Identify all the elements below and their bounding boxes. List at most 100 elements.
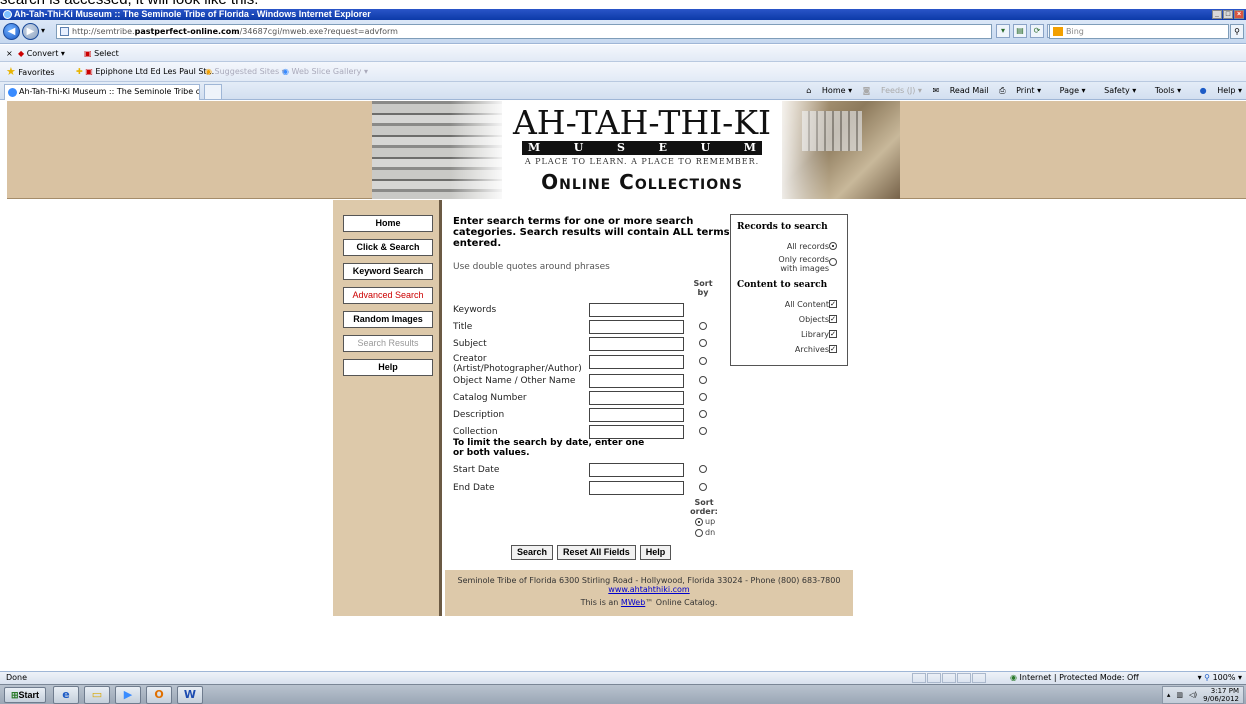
- cmd-tools[interactable]: Tools ▾: [1147, 86, 1181, 95]
- back-button[interactable]: ◀: [3, 23, 20, 40]
- collection-label: Collection: [453, 427, 498, 437]
- sort-description-radio[interactable]: [699, 410, 707, 418]
- cmd-feeds[interactable]: ◙ Feeds (J) ▾: [863, 86, 922, 95]
- favorites-button[interactable]: ★ Favorites: [6, 62, 55, 83]
- close-toolbar-icon[interactable]: ×: [6, 45, 13, 62]
- system-tray: ▴ ▥ ◁) 3:17 PM 9/06/2012: [1161, 686, 1244, 704]
- reset-all-fields-button[interactable]: Reset All Fields: [557, 545, 636, 560]
- compatibility-view-icon[interactable]: ▤: [1013, 24, 1027, 38]
- sort-dn-radio[interactable]: [695, 529, 703, 537]
- logo-museum-bar: M U S E U M: [522, 141, 762, 155]
- cmd-readmail-label: Read Mail: [949, 86, 989, 95]
- search-go-icon[interactable]: ⚲: [1230, 24, 1244, 39]
- nav-advanced-search-button[interactable]: Advanced Search: [343, 287, 433, 304]
- cmd-page[interactable]: Page ▾: [1052, 86, 1086, 95]
- only-images-radio[interactable]: [829, 258, 837, 266]
- volume-icon[interactable]: ◁): [1189, 691, 1197, 699]
- taskbar-word-icon[interactable]: W: [177, 686, 203, 704]
- close-button[interactable]: ×: [1234, 10, 1244, 19]
- nav-home-button[interactable]: Home: [343, 215, 433, 232]
- security-zone[interactable]: ◉ Internet | Protected Mode: Off: [1010, 672, 1139, 684]
- sort-start-date-radio[interactable]: [699, 465, 707, 473]
- address-dropdown-icon[interactable]: ▾: [996, 24, 1010, 38]
- clock[interactable]: 3:17 PM 9/06/2012: [1203, 687, 1239, 703]
- sort-collection-radio[interactable]: [699, 427, 707, 435]
- description-input[interactable]: [589, 408, 684, 422]
- catalog-number-input[interactable]: [589, 391, 684, 405]
- library-checkbox[interactable]: ✓: [829, 330, 837, 338]
- taskbar-media-icon[interactable]: ▶: [115, 686, 141, 704]
- network-icon[interactable]: ▥: [1176, 691, 1183, 699]
- collection-input[interactable]: [589, 425, 684, 439]
- sort-catalog-number-radio[interactable]: [699, 393, 707, 401]
- windows-taskbar: ⊞Start e ▭ ▶ O W ▴ ▥ ◁) 3:17 PM 9/06/2012: [0, 684, 1246, 704]
- taskbar-ie-icon[interactable]: e: [53, 686, 79, 704]
- sort-subject-radio[interactable]: [699, 339, 707, 347]
- all-records-radio[interactable]: [829, 242, 837, 250]
- form-help-button[interactable]: Help: [639, 545, 672, 560]
- cmd-help[interactable]: ● Help ▾: [1192, 86, 1242, 95]
- nav-click-search-button[interactable]: Click & Search: [343, 239, 433, 256]
- site-logo[interactable]: AH-TAH-THI-KI M U S E U M A PLACE TO LEA…: [507, 105, 777, 195]
- tab-row: Ah-Tah-Thi-Ki Museum :: The Seminole Tri…: [0, 82, 1246, 100]
- archives-checkbox[interactable]: ✓: [829, 345, 837, 353]
- sort-object-name-radio[interactable]: [699, 376, 707, 384]
- cmd-readmail[interactable]: ✉ Read Mail: [932, 86, 988, 95]
- url-prefix: http://semtribe.: [72, 27, 135, 36]
- nav-keyword-search-button[interactable]: Keyword Search: [343, 263, 433, 280]
- convert-button[interactable]: ◆ Convert ▾: [18, 45, 65, 62]
- refresh-icon[interactable]: ⟳: [1030, 24, 1044, 38]
- sort-title-radio[interactable]: [699, 322, 707, 330]
- select-button[interactable]: ▣ Select: [84, 45, 119, 62]
- all-content-label: All Content: [784, 300, 829, 309]
- all-content-checkbox[interactable]: ✓: [829, 300, 837, 308]
- sort-creator-radio[interactable]: [699, 357, 707, 365]
- fav-item-suggested[interactable]: ◉ Suggested Sites ▾: [205, 62, 286, 82]
- clock-time: 3:17 PM: [1210, 687, 1239, 695]
- nav-search-results-button[interactable]: Search Results: [343, 335, 433, 352]
- fav-item-webslice[interactable]: ◉ Web Slice Gallery ▾: [282, 62, 368, 82]
- tab-current[interactable]: Ah-Tah-Thi-Ki Museum :: The Seminole Tri…: [4, 84, 200, 100]
- keywords-input[interactable]: [589, 303, 684, 317]
- title-input[interactable]: [589, 320, 684, 334]
- nav-help-button[interactable]: Help: [343, 359, 433, 376]
- form-actions: Search Reset All Fields Help: [511, 545, 672, 560]
- maximize-button[interactable]: □: [1223, 10, 1233, 19]
- start-button[interactable]: ⊞Start: [4, 687, 46, 703]
- sort-end-date-radio[interactable]: [699, 483, 707, 491]
- new-tab-button[interactable]: [204, 84, 222, 100]
- keywords-label: Keywords: [453, 305, 497, 315]
- form-instructions: Enter search terms for one or more searc…: [453, 216, 730, 249]
- address-bar[interactable]: http://semtribe.pastperfect-online.com/3…: [56, 24, 992, 39]
- search-button[interactable]: Search: [511, 545, 554, 560]
- tray-arrow-icon[interactable]: ▴: [1167, 691, 1171, 699]
- sort-up-radio[interactable]: [695, 518, 703, 526]
- mweb-link[interactable]: MWeb: [621, 598, 645, 607]
- cmd-print[interactable]: ⎙ Print ▾: [999, 86, 1041, 95]
- cmd-safety[interactable]: Safety ▾: [1096, 86, 1136, 95]
- window-controls: _ □ ×: [1212, 10, 1244, 19]
- add-favorite-icon: ✚: [76, 67, 83, 76]
- website-link[interactable]: www.ahtahthiki.com: [608, 585, 689, 594]
- taskbar-folder-icon[interactable]: ▭: [84, 686, 110, 704]
- forward-button[interactable]: ▶: [22, 23, 39, 40]
- nav-random-images-button[interactable]: Random Images: [343, 311, 433, 328]
- status-bar: Done ◉ Internet | Protected Mode: Off ▾ …: [0, 671, 1246, 684]
- taskbar-outlook-icon[interactable]: O: [146, 686, 172, 704]
- start-date-input[interactable]: [589, 463, 684, 477]
- museum-letter: M: [743, 141, 756, 154]
- banner-inner: AH-TAH-THI-KI M U S E U M A PLACE TO LEA…: [372, 101, 900, 199]
- search-input[interactable]: Bing: [1049, 24, 1229, 39]
- archives-label: Archives: [794, 345, 829, 354]
- zoom-control[interactable]: ▾ ⚲ 100% ▾: [1198, 672, 1242, 684]
- creator-input[interactable]: [589, 355, 684, 369]
- fav-item-epiphone[interactable]: ✚ ▣ Epiphone Ltd Ed Les Paul St...: [76, 62, 214, 82]
- end-date-input[interactable]: [589, 481, 684, 495]
- only-images-label: Only records with images: [778, 255, 829, 273]
- cmd-home[interactable]: ⌂ Home ▾: [806, 86, 852, 95]
- minimize-button[interactable]: _: [1212, 10, 1222, 19]
- objects-checkbox[interactable]: ✓: [829, 315, 837, 323]
- subject-input[interactable]: [589, 337, 684, 351]
- object-name-input[interactable]: [589, 374, 684, 388]
- history-dropdown-icon[interactable]: ▾: [41, 26, 45, 35]
